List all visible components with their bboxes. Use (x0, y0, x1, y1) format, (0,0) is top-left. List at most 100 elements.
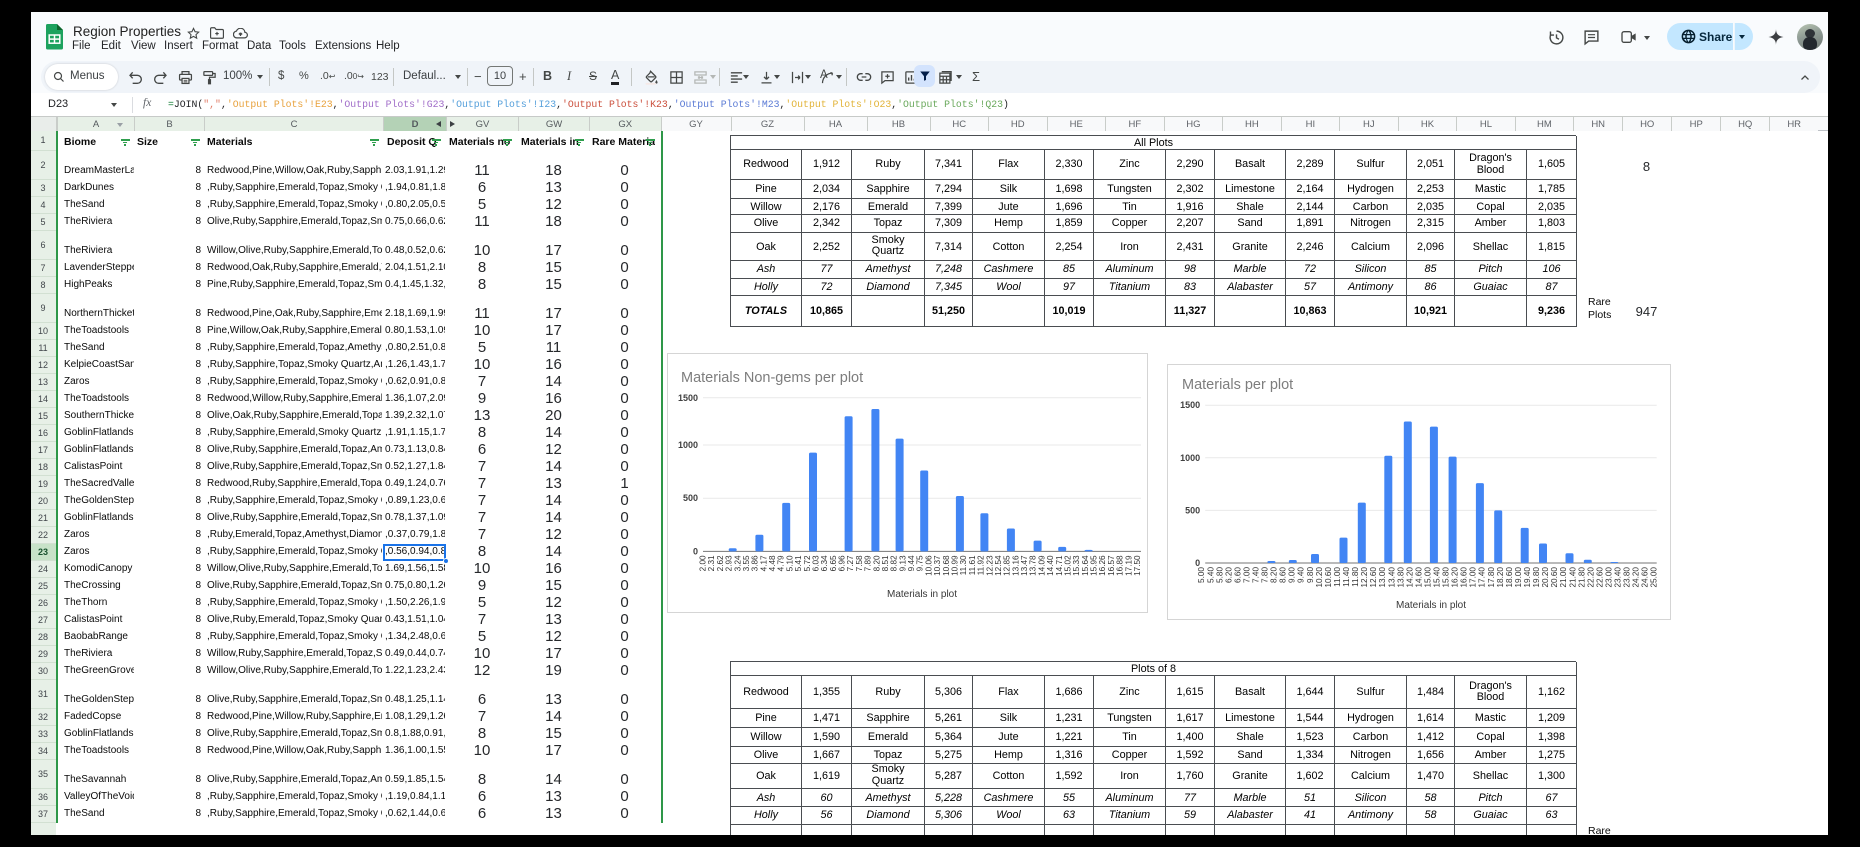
svg-text:2.31: 2.31 (707, 555, 716, 571)
svg-text:22.60: 22.60 (1595, 567, 1604, 588)
svg-text:21.80: 21.80 (1577, 567, 1586, 588)
svg-text:7.27: 7.27 (846, 555, 855, 571)
svg-text:5.72: 5.72 (803, 555, 812, 571)
svg-text:15.40: 15.40 (1433, 567, 1442, 588)
svg-text:17.40: 17.40 (1478, 567, 1487, 588)
svg-text:17.50: 17.50 (1133, 555, 1142, 576)
svg-text:21.40: 21.40 (1568, 567, 1577, 588)
svg-text:15.02: 15.02 (1064, 555, 1073, 576)
svg-text:11.61: 11.61 (968, 555, 977, 575)
svg-text:11.80: 11.80 (1351, 567, 1360, 587)
svg-text:13.00: 13.00 (1378, 567, 1387, 588)
svg-text:15.80: 15.80 (1442, 567, 1451, 588)
svg-text:Materials Non-gems per plot: Materials Non-gems per plot (681, 370, 863, 386)
svg-text:5.41: 5.41 (794, 555, 803, 571)
svg-text:13.78: 13.78 (1029, 555, 1038, 576)
svg-text:12.23: 12.23 (985, 555, 994, 576)
svg-text:10.20: 10.20 (1315, 567, 1324, 588)
svg-text:19.00: 19.00 (1514, 567, 1523, 588)
svg-text:17.00: 17.00 (1469, 567, 1478, 588)
svg-text:11.40: 11.40 (1342, 567, 1351, 587)
svg-text:17.80: 17.80 (1487, 567, 1496, 588)
svg-text:8.60: 8.60 (1279, 567, 1288, 583)
svg-text:500: 500 (683, 493, 698, 503)
svg-text:15.33: 15.33 (1072, 555, 1081, 576)
svg-text:12.85: 12.85 (1003, 555, 1012, 576)
svg-text:1000: 1000 (1180, 453, 1200, 463)
svg-text:4.17: 4.17 (759, 555, 768, 571)
svg-text:16.88: 16.88 (1116, 555, 1125, 576)
svg-text:15.95: 15.95 (1090, 555, 1099, 576)
svg-text:Materials per plot: Materials per plot (1182, 377, 1293, 393)
svg-text:25.00: 25.00 (1650, 567, 1659, 588)
svg-text:10.68: 10.68 (942, 555, 951, 576)
svg-text:1000: 1000 (678, 440, 698, 450)
svg-text:14.71: 14.71 (1055, 555, 1064, 576)
svg-text:3.24: 3.24 (733, 555, 742, 571)
svg-text:16.60: 16.60 (1460, 567, 1469, 588)
svg-text:11.30: 11.30 (959, 555, 968, 575)
svg-text:9.75: 9.75 (916, 555, 925, 571)
svg-text:13.16: 13.16 (1011, 555, 1020, 576)
svg-text:6.96: 6.96 (838, 555, 847, 571)
svg-text:Materials in plot: Materials in plot (887, 589, 957, 600)
svg-text:12.20: 12.20 (1360, 567, 1369, 588)
svg-text:5.00: 5.00 (1197, 567, 1206, 583)
svg-text:20.60: 20.60 (1550, 567, 1559, 588)
svg-text:Materials in plot: Materials in plot (1396, 600, 1466, 611)
svg-text:5.40: 5.40 (1206, 567, 1215, 583)
svg-text:20.20: 20.20 (1541, 567, 1550, 588)
svg-text:13.40: 13.40 (1387, 567, 1396, 588)
svg-text:6.34: 6.34 (820, 555, 829, 571)
svg-text:9.80: 9.80 (1306, 567, 1315, 583)
svg-text:14.09: 14.09 (1037, 555, 1046, 576)
svg-text:1500: 1500 (1180, 400, 1200, 410)
svg-text:7.40: 7.40 (1252, 567, 1261, 583)
svg-text:8.82: 8.82 (890, 555, 899, 571)
svg-text:16.20: 16.20 (1451, 567, 1460, 588)
svg-text:10.60: 10.60 (1324, 567, 1333, 588)
svg-text:17.19: 17.19 (1124, 555, 1133, 576)
svg-text:2.00: 2.00 (699, 555, 708, 571)
svg-text:9.40: 9.40 (1297, 567, 1306, 583)
svg-text:22.20: 22.20 (1586, 567, 1595, 588)
svg-text:10.37: 10.37 (933, 555, 942, 576)
svg-text:4.79: 4.79 (777, 555, 786, 571)
svg-text:2.62: 2.62 (716, 555, 725, 571)
svg-text:8.51: 8.51 (881, 555, 890, 571)
svg-text:18.60: 18.60 (1505, 567, 1514, 588)
svg-text:8.20: 8.20 (872, 555, 881, 571)
svg-text:1500: 1500 (678, 393, 698, 403)
svg-text:6.20: 6.20 (1224, 567, 1233, 583)
svg-text:21.00: 21.00 (1559, 567, 1568, 588)
svg-text:14.40: 14.40 (1046, 555, 1055, 576)
svg-text:5.80: 5.80 (1215, 567, 1224, 583)
svg-text:500: 500 (1185, 505, 1200, 515)
svg-text:24.60: 24.60 (1641, 567, 1650, 588)
svg-text:2.93: 2.93 (725, 555, 734, 571)
svg-text:7.00: 7.00 (1243, 567, 1252, 583)
svg-text:4.48: 4.48 (768, 555, 777, 571)
svg-text:5.10: 5.10 (785, 555, 794, 571)
svg-text:24.20: 24.20 (1632, 567, 1641, 588)
svg-text:6.03: 6.03 (812, 555, 821, 571)
svg-text:6.60: 6.60 (1233, 567, 1242, 583)
svg-text:8.20: 8.20 (1270, 567, 1279, 583)
svg-text:13.80: 13.80 (1396, 567, 1405, 588)
svg-text:18.20: 18.20 (1496, 567, 1505, 588)
svg-text:19.40: 19.40 (1523, 567, 1532, 588)
svg-text:7.58: 7.58 (855, 555, 864, 571)
svg-text:0: 0 (693, 546, 698, 556)
svg-text:23.80: 23.80 (1623, 567, 1632, 588)
svg-text:10.99: 10.99 (951, 555, 960, 576)
svg-text:7.80: 7.80 (1261, 567, 1270, 583)
svg-text:14.60: 14.60 (1414, 567, 1423, 588)
svg-text:16.26: 16.26 (1098, 555, 1107, 576)
svg-text:9.00: 9.00 (1288, 567, 1297, 583)
svg-text:23.00: 23.00 (1605, 567, 1614, 588)
svg-text:15.00: 15.00 (1424, 567, 1433, 588)
svg-text:14.20: 14.20 (1405, 567, 1414, 588)
svg-text:23.40: 23.40 (1614, 567, 1623, 588)
svg-text:9.13: 9.13 (898, 555, 907, 571)
svg-text:11.00: 11.00 (1333, 567, 1342, 587)
